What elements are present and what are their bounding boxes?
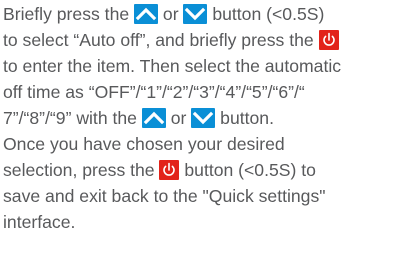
up-arrow-button-icon [134, 4, 159, 24]
down-arrow-button-icon [183, 4, 208, 24]
text-segment: or [158, 4, 184, 24]
text-segment: Briefly press the [3, 4, 135, 24]
text-segment: or [165, 108, 192, 128]
text-segment: selection, press the [3, 160, 160, 180]
text-line-1: Briefly press the or button (<0.5S) [3, 1, 391, 27]
text-segment: button (<0.5S) [207, 4, 325, 24]
text-segment: to select “Auto off”, and briefly press … [3, 30, 319, 50]
text-line-2: to select “Auto off”, and briefly press … [3, 27, 391, 53]
text-line-7: selection, press the button (<0.5S) to [3, 157, 391, 183]
power-button-icon [159, 160, 180, 180]
text-segment: 7”/“8”/“9” with the [3, 108, 142, 128]
text-line-6: Once you have chosen your desired [3, 134, 285, 154]
text-segment: button. [215, 108, 274, 128]
text-line-5: 7”/“8”/“9” with the or button. [3, 105, 391, 131]
instruction-paragraph: Briefly press the or button (<0.5S) to s… [3, 0, 391, 235]
text-line-3: to enter the item. Then select the autom… [3, 56, 342, 76]
text-line-9: interface. [3, 212, 76, 232]
up-arrow-button-icon [141, 108, 166, 128]
text-line-4: off time as “OFF”/“1”/“2”/“3”/“4”/“5”/“6… [3, 82, 305, 102]
text-segment: button (<0.5S) to [179, 160, 316, 180]
down-arrow-button-icon [191, 108, 216, 128]
power-button-icon [318, 30, 339, 50]
text-line-8: save and exit back to the "Quick setting… [3, 186, 326, 206]
